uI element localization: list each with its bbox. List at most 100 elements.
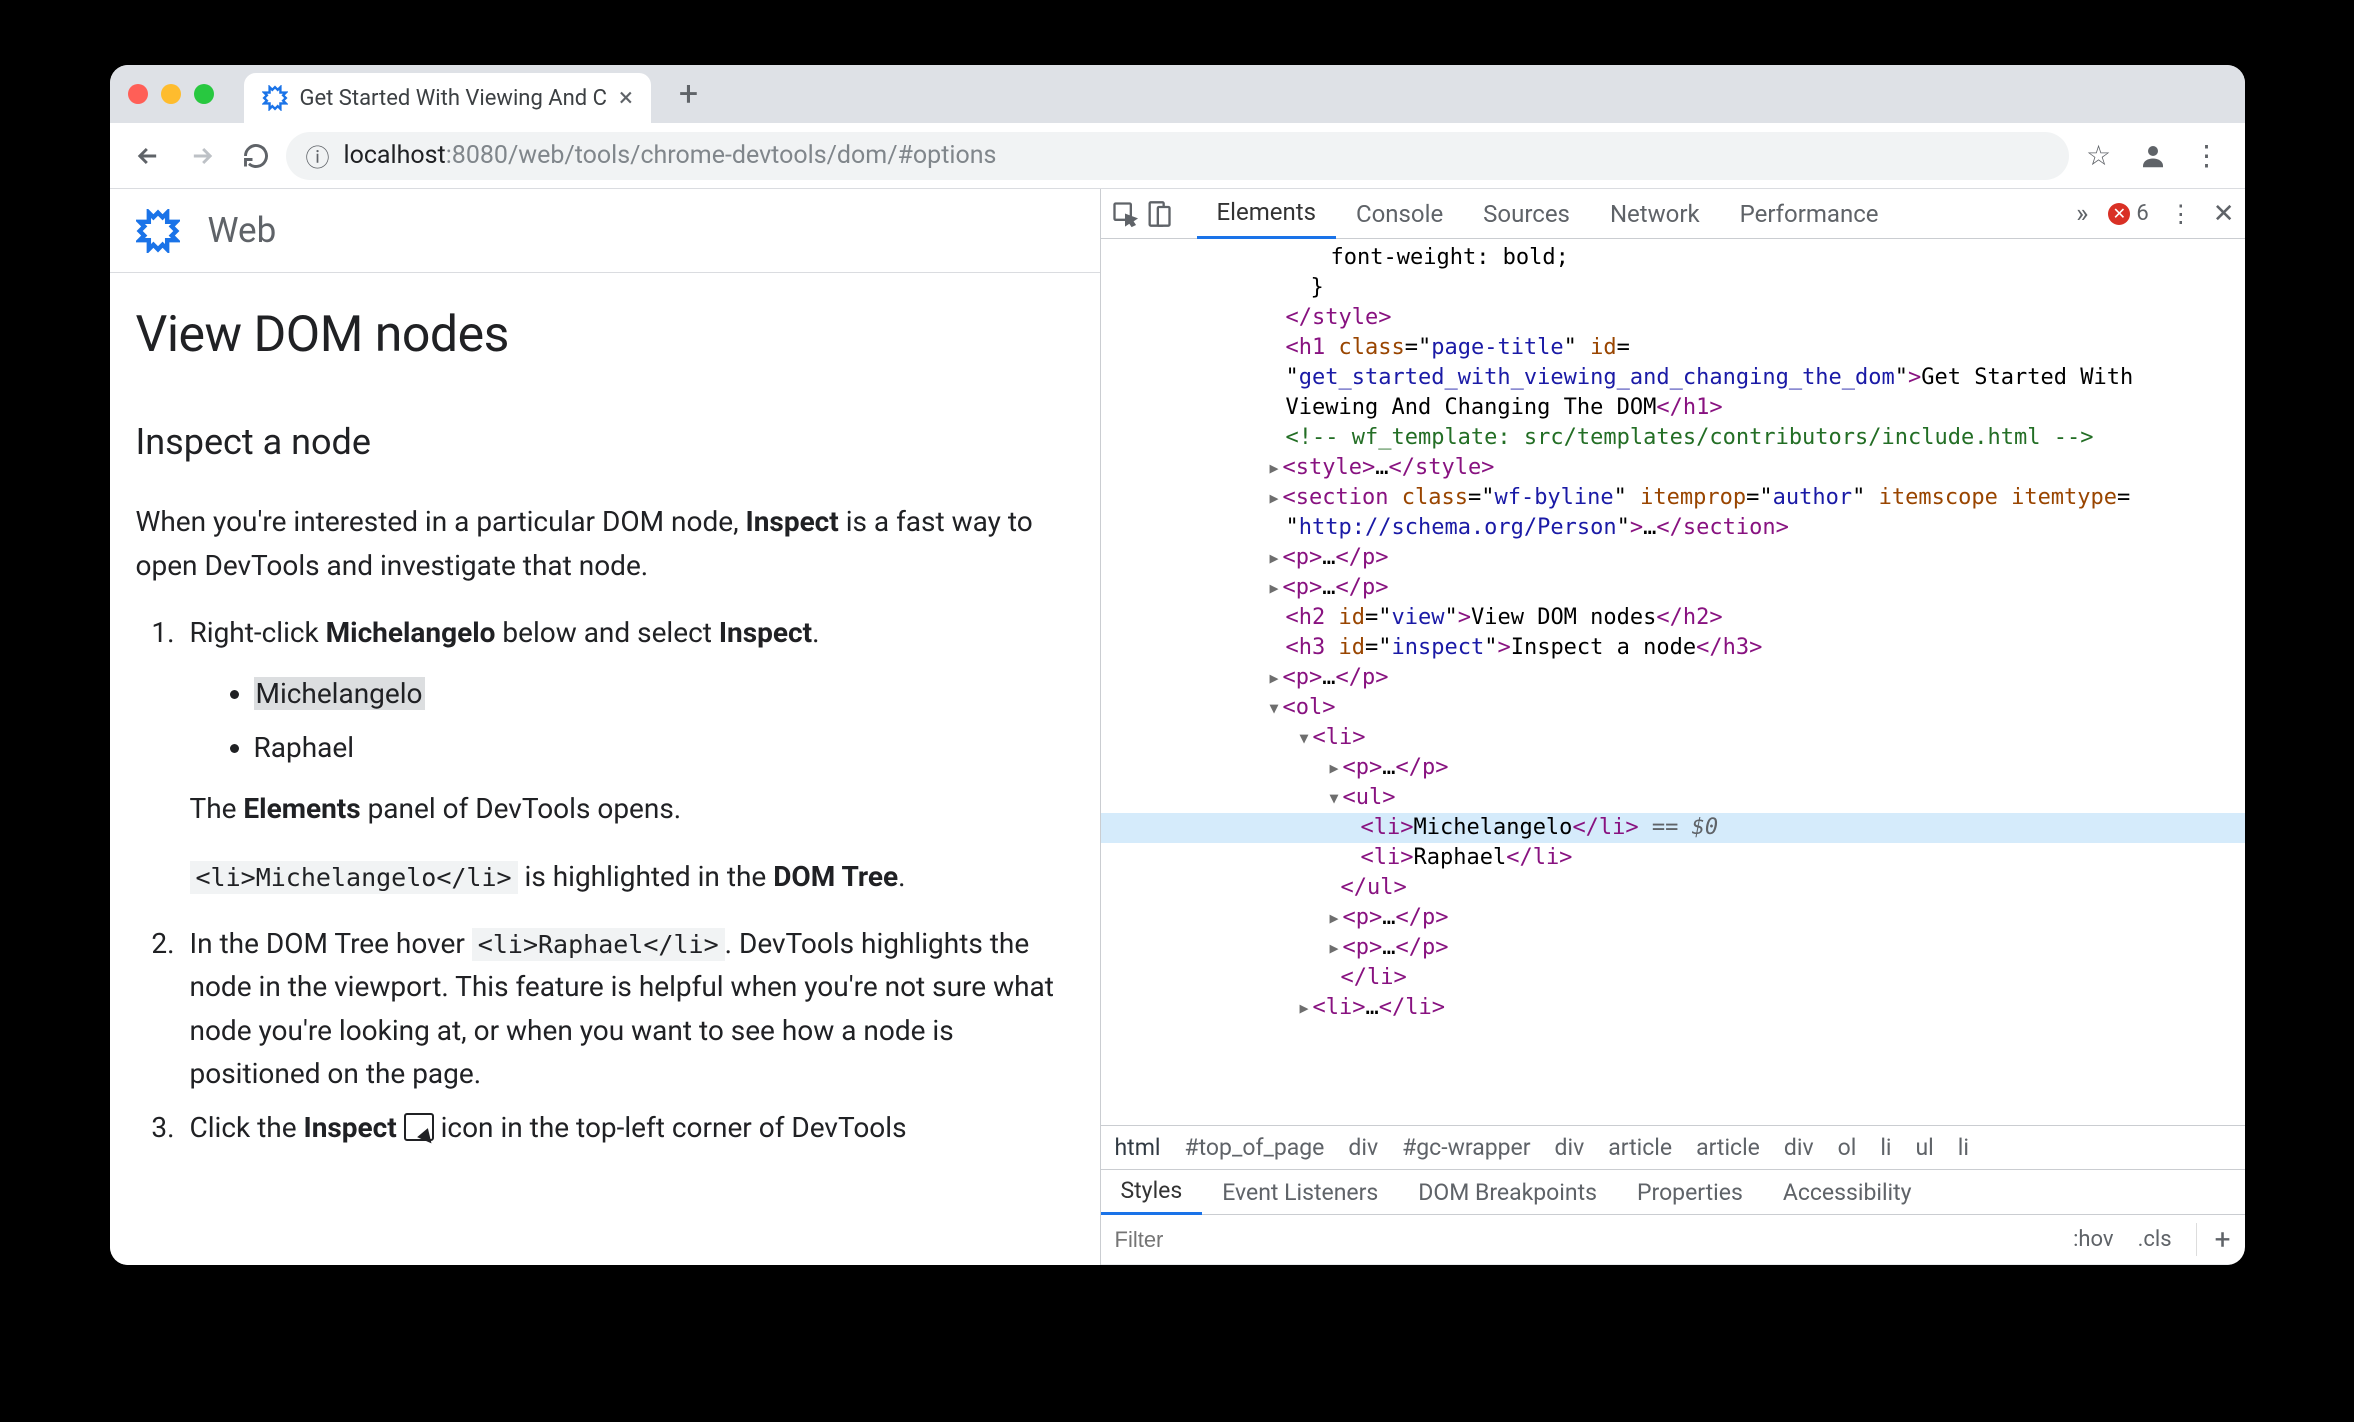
tree-row: ▶<p>…</p> bbox=[1101, 933, 2245, 963]
page-body: View DOM nodes Inspect a node When you'r… bbox=[110, 273, 1100, 1185]
step-1-after: The Elements panel of DevTools opens. bbox=[190, 787, 1074, 830]
crumb[interactable]: div bbox=[1348, 1134, 1378, 1161]
browser-tab[interactable]: Get Started With Viewing And C × bbox=[244, 73, 651, 123]
tree-row: ▶<p>…</p> bbox=[1101, 573, 2245, 603]
more-tabs-icon[interactable]: » bbox=[2076, 199, 2088, 229]
styles-filter-bar: :hov .cls + bbox=[1101, 1215, 2245, 1265]
tree-row: <li>Raphael</li> bbox=[1101, 843, 2245, 873]
address-bar: ⓘ localhost:8080/web/tools/chrome-devtoo… bbox=[110, 123, 2245, 189]
forward-button[interactable] bbox=[178, 132, 226, 180]
tree-row: ▶<li>…</li> bbox=[1101, 993, 2245, 1023]
tree-row: ▶<p>…</p> bbox=[1101, 903, 2245, 933]
crumb[interactable]: ul bbox=[1916, 1134, 1934, 1161]
tree-row-selected[interactable]: <li>Michelangelo</li> == $0 bbox=[1101, 813, 2245, 843]
styles-filter-input[interactable] bbox=[1115, 1227, 2074, 1253]
address-field[interactable]: ⓘ localhost:8080/web/tools/chrome-devtoo… bbox=[286, 132, 2069, 180]
crumb[interactable]: article bbox=[1696, 1134, 1760, 1161]
profile-icon[interactable] bbox=[2129, 132, 2177, 180]
crumb[interactable]: div bbox=[1784, 1134, 1814, 1161]
minimize-window-button[interactable] bbox=[161, 84, 181, 104]
maximize-window-button[interactable] bbox=[194, 84, 214, 104]
tab-elements[interactable]: Elements bbox=[1197, 189, 1336, 239]
tree-row: <h1 class="page-title" id= bbox=[1101, 333, 2245, 363]
tree-row: font-weight: bold; bbox=[1101, 243, 2245, 273]
titlebar: Get Started With Viewing And C × + bbox=[110, 65, 2245, 123]
crumb[interactable]: html bbox=[1115, 1134, 1161, 1161]
tree-row: "get_started_with_viewing_and_changing_t… bbox=[1101, 363, 2245, 393]
crumb[interactable]: #top_of_page bbox=[1184, 1134, 1324, 1161]
tab-console[interactable]: Console bbox=[1336, 189, 1463, 239]
hov-toggle[interactable]: :hov bbox=[2073, 1227, 2114, 1252]
site-info-icon[interactable]: ⓘ bbox=[306, 138, 330, 173]
device-toolbar-icon[interactable] bbox=[1145, 200, 1173, 228]
site-section[interactable]: Web bbox=[208, 210, 277, 251]
steps-list: Right-click Michelangelo below and selec… bbox=[136, 611, 1074, 1149]
devtools-menu-icon[interactable]: ⋮ bbox=[2169, 200, 2193, 228]
styles-tabbar: Styles Event Listeners DOM Breakpoints P… bbox=[1101, 1169, 2245, 1215]
step-1-code-line: <li>Michelangelo</li> is highlighted in … bbox=[190, 855, 1074, 898]
bookmark-icon[interactable]: ☆ bbox=[2075, 132, 2123, 180]
tab-favicon-icon bbox=[262, 85, 288, 111]
new-tab-button[interactable]: + bbox=[679, 74, 698, 114]
crumb[interactable]: div bbox=[1555, 1134, 1585, 1161]
step-2: In the DOM Tree hover <li>Raphael</li>. … bbox=[182, 922, 1074, 1096]
browser-window: Get Started With Viewing And C × + ⓘ loc… bbox=[110, 65, 2245, 1265]
tab-network[interactable]: Network bbox=[1590, 189, 1720, 239]
styles-tab-listeners[interactable]: Event Listeners bbox=[1202, 1169, 1398, 1215]
url-text: localhost:8080/web/tools/chrome-devtools… bbox=[344, 141, 997, 170]
bullet-list: Michelangelo Raphael bbox=[190, 672, 1074, 769]
tree-row: ▼<li> bbox=[1101, 723, 2245, 753]
styles-tab-accessibility[interactable]: Accessibility bbox=[1763, 1169, 1932, 1215]
crumb[interactable]: ol bbox=[1838, 1134, 1857, 1161]
close-window-button[interactable] bbox=[128, 84, 148, 104]
tab-close-icon[interactable]: × bbox=[619, 83, 633, 113]
reload-button[interactable] bbox=[232, 132, 280, 180]
tree-row: ▶<section class="wf-byline" itemprop="au… bbox=[1101, 483, 2245, 513]
cls-toggle[interactable]: .cls bbox=[2138, 1227, 2172, 1252]
back-button[interactable] bbox=[124, 132, 172, 180]
inspect-inline-icon bbox=[404, 1113, 434, 1141]
tree-row: ▼<ul> bbox=[1101, 783, 2245, 813]
page-header: Web bbox=[110, 189, 1100, 273]
tree-row: ▶<p>…</p> bbox=[1101, 543, 2245, 573]
page-heading-2: View DOM nodes bbox=[136, 297, 1074, 375]
step-1: Right-click Michelangelo below and selec… bbox=[182, 611, 1074, 898]
tab-sources[interactable]: Sources bbox=[1463, 189, 1590, 239]
devtools-panel: Elements Console Sources Network Perform… bbox=[1100, 189, 2245, 1265]
bullet-raphael[interactable]: Raphael bbox=[254, 726, 1074, 769]
crumb[interactable]: article bbox=[1608, 1134, 1672, 1161]
tree-row: ▶<style>…</style> bbox=[1101, 453, 2245, 483]
crumb[interactable]: li bbox=[1958, 1134, 1969, 1161]
menu-icon[interactable]: ⋮ bbox=[2183, 132, 2231, 180]
devtools-close-icon[interactable]: ✕ bbox=[2213, 199, 2235, 229]
elements-tree[interactable]: font-weight: bold; } </style> <h1 class=… bbox=[1101, 239, 2245, 1125]
styles-tab-properties[interactable]: Properties bbox=[1617, 1169, 1763, 1215]
tree-row: </li> bbox=[1101, 963, 2245, 993]
tab-title: Get Started With Viewing And C bbox=[300, 86, 607, 111]
tree-row: } bbox=[1101, 273, 2245, 303]
site-logo-icon[interactable] bbox=[136, 209, 180, 253]
devtools-tabs: Elements Console Sources Network Perform… bbox=[1197, 189, 1899, 239]
tree-row: ▶<p>…</p> bbox=[1101, 663, 2245, 693]
tree-row: <!-- wf_template: src/templates/contribu… bbox=[1101, 423, 2245, 453]
error-dot-icon: ✕ bbox=[2108, 203, 2130, 225]
crumb[interactable]: #gc-wrapper bbox=[1402, 1134, 1530, 1161]
dom-breadcrumbs[interactable]: html #top_of_page div #gc-wrapper div ar… bbox=[1101, 1125, 2245, 1169]
rendered-page: Web View DOM nodes Inspect a node When y… bbox=[110, 189, 1100, 1265]
bullet-michelangelo[interactable]: Michelangelo bbox=[254, 672, 1074, 715]
tree-row: <h3 id="inspect">Inspect a node</h3> bbox=[1101, 633, 2245, 663]
new-style-rule-icon[interactable]: + bbox=[2196, 1223, 2231, 1256]
styles-tab-breakpoints[interactable]: DOM Breakpoints bbox=[1398, 1169, 1617, 1215]
tree-row: "http://schema.org/Person">…</section> bbox=[1101, 513, 2245, 543]
inspect-element-icon[interactable] bbox=[1111, 200, 1139, 228]
tree-row: </style> bbox=[1101, 303, 2245, 333]
crumb[interactable]: li bbox=[1880, 1134, 1891, 1161]
intro-paragraph: When you're interested in a particular D… bbox=[136, 500, 1074, 587]
tree-row: <h2 id="view">View DOM nodes</h2> bbox=[1101, 603, 2245, 633]
tree-row: Viewing And Changing The DOM</h1> bbox=[1101, 393, 2245, 423]
tree-row: ▼<ol> bbox=[1101, 693, 2245, 723]
devtools-tabbar: Elements Console Sources Network Perform… bbox=[1101, 189, 2245, 239]
styles-tab-styles[interactable]: Styles bbox=[1101, 1169, 1203, 1215]
error-badge[interactable]: ✕ 6 bbox=[2108, 201, 2148, 226]
tab-performance[interactable]: Performance bbox=[1720, 189, 1899, 239]
